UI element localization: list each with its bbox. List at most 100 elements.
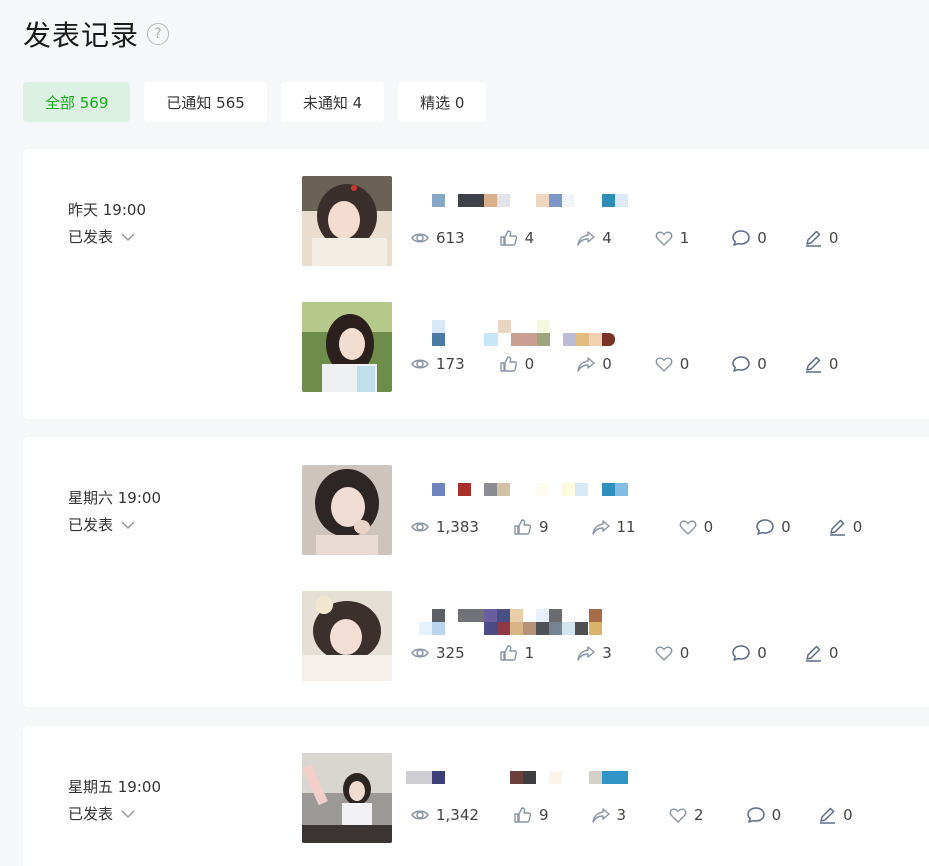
eye-icon [410,517,430,537]
edits-count: 0 [828,355,839,373]
views-stat: 173 [410,354,465,374]
status-label: 已发表 [68,805,114,823]
publish-time: 昨天 19:00 [68,201,146,219]
likes-count: 1 [524,644,535,662]
post-item[interactable]: 1,383 9 11 0 0 0 [302,465,922,555]
eye-icon [410,228,430,248]
edits-count: 0 [828,644,839,662]
views-stat: 1,383 [410,517,479,537]
favorites-stat: 2 [668,805,704,825]
views-stat: 613 [410,228,465,248]
post-item[interactable]: 613 4 4 1 0 0 [302,176,922,266]
status-label: 已发表 [68,516,114,534]
shares-stat: 0 [576,354,612,374]
post-item[interactable]: 1,342 9 3 2 0 0 [302,753,922,843]
shares-count: 4 [602,229,612,247]
favorites-stat: 0 [678,517,714,537]
views-count: 1,342 [436,806,479,824]
share-icon [591,517,611,537]
edits-stat[interactable]: 0 [817,805,853,825]
chevron-down-icon [121,809,135,819]
thumbs-up-icon [513,805,533,825]
shares-stat: 11 [591,517,636,537]
group-meta: 星期六 19:00 已发表 [68,487,161,535]
edits-count: 0 [828,229,839,247]
favorites-count: 0 [703,518,714,536]
shares-stat: 4 [576,228,612,248]
post-group-card: 昨天 19:00 已发表 613 4 4 1 0 0 173 0 0 0 0 0 [23,149,929,419]
views-stat: 325 [410,643,465,663]
shares-stat: 3 [576,643,612,663]
post-stats: 613 4 4 1 0 0 [410,228,838,248]
shares-count: 11 [616,518,636,536]
tab-notified[interactable]: 已通知 565 [144,82,267,122]
thumbs-up-icon [499,228,519,248]
pen-icon [803,354,823,374]
comment-icon [746,805,766,825]
likes-count: 0 [524,355,535,373]
thumbs-up-icon [499,643,519,663]
comments-stat[interactable]: 0 [731,228,767,248]
status-label: 已发表 [68,228,114,246]
heart-icon [654,643,674,663]
status-dropdown[interactable]: 已发表 [68,514,161,535]
comments-stat[interactable]: 0 [731,643,767,663]
status-dropdown[interactable]: 已发表 [68,803,161,824]
chevron-down-icon [121,520,135,530]
thumbnail-image [302,591,392,681]
page-title: 发表记录 [23,19,140,52]
comments-stat[interactable]: 0 [746,805,781,825]
heart-icon [654,228,674,248]
post-item[interactable]: 325 1 3 0 0 0 [302,591,922,681]
post-thumbnail[interactable] [302,302,392,392]
comment-icon [731,354,751,374]
post-item[interactable]: 173 0 0 0 0 0 [302,302,922,392]
comment-icon [731,228,751,248]
edits-stat[interactable]: 0 [827,517,863,537]
shares-count: 0 [602,355,612,373]
comment-icon [731,643,751,663]
pen-icon [803,228,823,248]
status-dropdown[interactable]: 已发表 [68,226,146,247]
pen-icon [817,805,837,825]
eye-icon [410,643,430,663]
comments-count: 0 [757,229,767,247]
comments-stat[interactable]: 0 [731,354,767,374]
share-icon [591,805,611,825]
comments-count: 0 [781,518,791,536]
post-group-card: 星期六 19:00 已发表 1,383 9 11 0 0 0 325 1 3 0… [23,437,929,707]
views-stat: 1,342 [410,805,479,825]
likes-stat: 4 [499,228,535,248]
likes-stat: 1 [499,643,535,663]
publish-time: 星期五 19:00 [68,778,161,796]
edits-stat[interactable]: 0 [803,643,839,663]
post-stats: 173 0 0 0 0 0 [410,354,838,374]
post-thumbnail[interactable] [302,465,392,555]
favorites-count: 0 [679,644,690,662]
likes-count: 4 [524,229,535,247]
edits-stat[interactable]: 0 [803,228,839,248]
comments-stat[interactable]: 0 [755,517,791,537]
views-count: 325 [436,644,465,662]
edits-stat[interactable]: 0 [803,354,839,374]
comments-count: 0 [757,644,767,662]
post-stats: 325 1 3 0 0 0 [410,643,838,663]
post-thumbnail[interactable] [302,753,392,843]
likes-count: 9 [538,806,549,824]
tab-unnotified[interactable]: 未通知 4 [280,82,385,122]
pen-icon [827,517,847,537]
publish-time: 星期六 19:00 [68,489,161,507]
favorites-stat: 0 [654,354,689,374]
post-thumbnail[interactable] [302,176,392,266]
filter-tabs: 全部 569 已通知 565 未通知 4 精选 0 [23,82,500,122]
likes-count: 9 [538,518,549,536]
edits-count: 0 [852,518,863,536]
shares-count: 3 [602,644,612,662]
post-thumbnail[interactable] [302,591,392,681]
likes-stat: 0 [499,354,535,374]
eye-icon [410,805,430,825]
tab-featured[interactable]: 精选 0 [398,82,487,122]
tab-all[interactable]: 全部 569 [23,82,131,122]
shares-count: 3 [616,806,627,824]
help-icon[interactable]: ? [147,23,170,45]
